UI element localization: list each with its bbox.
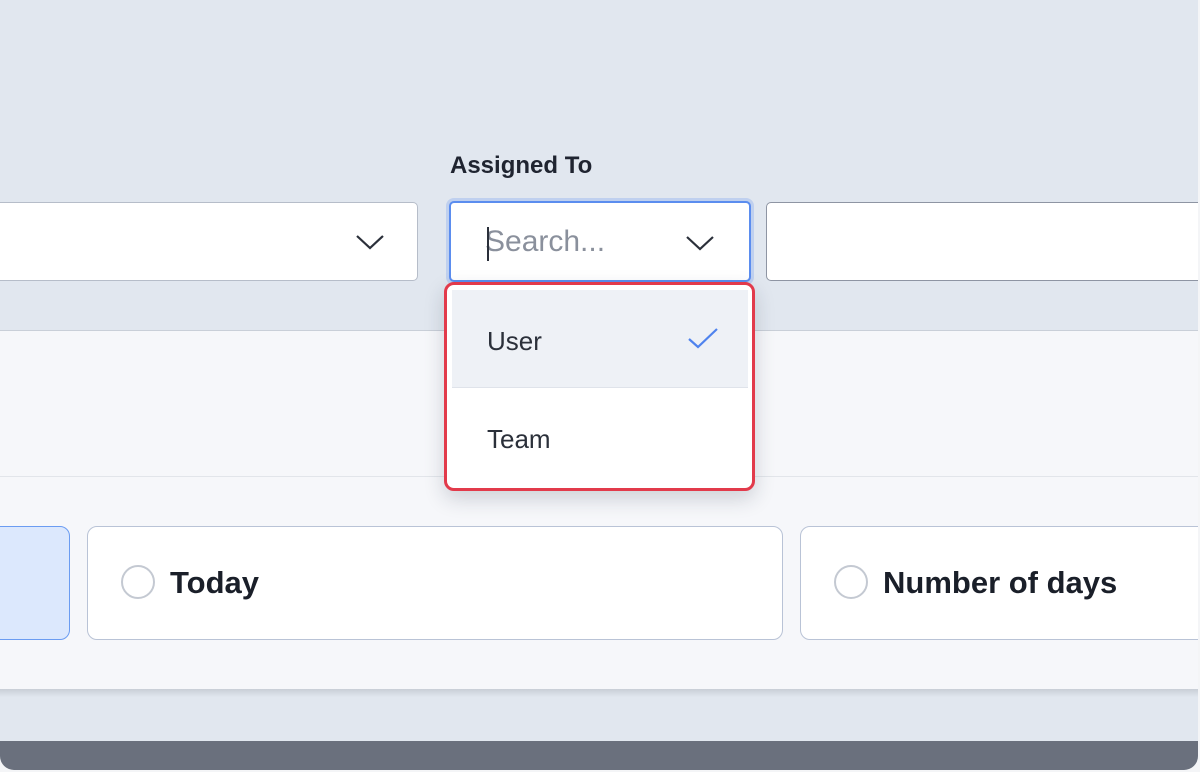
dropdown-option-label: User [487,326,542,356]
dropdown-option-label: Team [487,424,551,454]
dropdown-option-team[interactable]: Team [452,388,748,486]
date-option-label: Today [170,565,259,600]
radio-button[interactable] [834,565,868,599]
dropdown-option-user[interactable]: User [452,290,748,388]
filter-select[interactable] [0,202,418,281]
radio-button[interactable] [121,565,155,599]
footer-bar [0,741,1198,770]
assigned-to-dropdown-menu: User Team [444,282,755,491]
check-icon [688,328,718,349]
filter-value-input[interactable] [766,202,1198,281]
text-cursor [487,227,489,261]
assigned-to-select[interactable] [449,201,751,282]
panel-shadow [0,689,1198,697]
assigned-to-search-input[interactable] [485,221,675,263]
chevron-down-icon[interactable] [685,234,715,252]
chevron-down-icon [356,235,384,250]
assigned-to-label: Assigned To [450,152,593,179]
app-window: Assigned To Today Number of days User [0,0,1198,770]
date-option-selected[interactable] [0,526,70,640]
date-option-today[interactable]: Today [87,526,783,640]
date-option-number-of-days[interactable]: Number of days [800,526,1198,640]
date-option-label: Number of days [883,565,1118,600]
